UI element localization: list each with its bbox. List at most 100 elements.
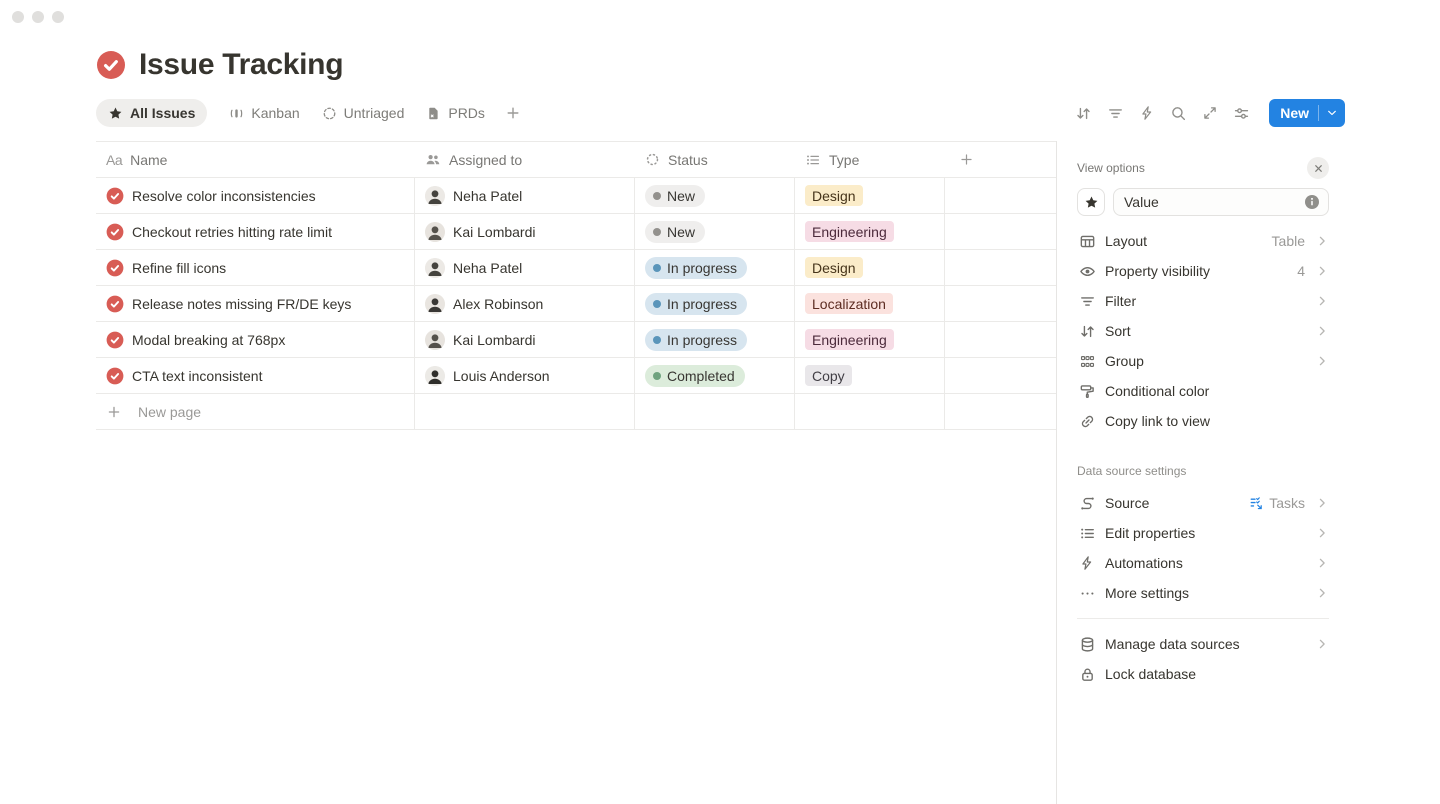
paint-roller-icon: [1077, 383, 1097, 400]
cell-status[interactable]: New: [635, 178, 795, 213]
window-minimize-button[interactable]: [32, 11, 44, 23]
cell-status[interactable]: In progress: [635, 250, 795, 285]
menu-item-value: Table: [1272, 233, 1305, 249]
menu-item-label: Conditional color: [1105, 383, 1209, 399]
menu-item-sort[interactable]: Sort: [1077, 316, 1329, 346]
window-close-button[interactable]: [12, 11, 24, 23]
tab-prds[interactable]: PRDs: [426, 105, 485, 121]
menu-item-conditional-color[interactable]: Conditional color: [1077, 376, 1329, 406]
search-icon[interactable]: [1170, 105, 1187, 122]
column-header-status[interactable]: Status: [635, 152, 795, 168]
dashed-circle-icon: [322, 106, 337, 121]
cell-name[interactable]: Checkout retries hitting rate limit: [96, 214, 415, 249]
status-badge: Completed: [645, 365, 745, 387]
chevron-down-icon[interactable]: [1319, 107, 1345, 119]
new-page-cell-spacer: [795, 394, 945, 429]
new-page-row[interactable]: New page: [96, 394, 1056, 430]
cell-name[interactable]: Release notes missing FR/DE keys: [96, 286, 415, 321]
cell-assigned-to[interactable]: Kai Lombardi: [415, 214, 635, 249]
issue-title: Resolve color inconsistencies: [132, 188, 316, 204]
link-icon: [1077, 413, 1097, 430]
column-header-label: Type: [829, 152, 859, 168]
menu-item-more-settings[interactable]: More settings: [1077, 578, 1329, 608]
menu-item-layout[interactable]: Layout Table: [1077, 226, 1329, 256]
expand-icon[interactable]: [1202, 105, 1218, 121]
cell-type[interactable]: Design: [795, 250, 945, 285]
cell-type[interactable]: Localization: [795, 286, 945, 321]
menu-item-source[interactable]: Source Tasks: [1077, 488, 1329, 518]
status-dot-icon: [653, 192, 661, 200]
avatar: [425, 258, 445, 278]
cell-extra[interactable]: [945, 178, 1056, 213]
cell-status[interactable]: In progress: [635, 322, 795, 357]
star-icon: [108, 106, 123, 121]
table-row: Refine fill icons Neha Patel In progress…: [96, 250, 1056, 286]
tune-icon[interactable]: [1233, 105, 1250, 122]
close-icon[interactable]: [1307, 157, 1329, 179]
status-label: Completed: [667, 368, 735, 384]
filter-icon: [1077, 293, 1097, 310]
cell-extra[interactable]: [945, 214, 1056, 249]
tab-all-issues[interactable]: All Issues: [96, 99, 207, 127]
chevron-right-icon: [1315, 586, 1329, 600]
cell-assigned-to[interactable]: Louis Anderson: [415, 358, 635, 393]
check-circle-icon: [106, 367, 124, 385]
column-header-label: Status: [668, 152, 708, 168]
cell-extra[interactable]: [945, 322, 1056, 357]
add-view-button[interactable]: [505, 105, 521, 121]
column-header-type[interactable]: Type: [795, 152, 945, 168]
cell-type[interactable]: Engineering: [795, 322, 945, 357]
add-column-button[interactable]: [959, 152, 974, 167]
menu-item-group[interactable]: Group: [1077, 346, 1329, 376]
menu-item-edit-properties[interactable]: Edit properties: [1077, 518, 1329, 548]
menu-item-property-visibility[interactable]: Property visibility 4: [1077, 256, 1329, 286]
cell-assigned-to[interactable]: Neha Patel: [415, 178, 635, 213]
cell-status[interactable]: In progress: [635, 286, 795, 321]
window-zoom-button[interactable]: [52, 11, 64, 23]
cell-type[interactable]: Engineering: [795, 214, 945, 249]
cell-assigned-to[interactable]: Alex Robinson: [415, 286, 635, 321]
chevron-right-icon: [1315, 354, 1329, 368]
tab-kanban[interactable]: Kanban: [229, 105, 299, 121]
menu-item-automations[interactable]: Automations: [1077, 548, 1329, 578]
filter-icon[interactable]: [1107, 105, 1124, 122]
new-page-cell[interactable]: New page: [96, 394, 415, 429]
cell-assigned-to[interactable]: Neha Patel: [415, 250, 635, 285]
menu-item-lock-database[interactable]: Lock database: [1077, 659, 1329, 689]
cell-type[interactable]: Design: [795, 178, 945, 213]
page-header: Issue Tracking: [0, 0, 1440, 82]
cell-status[interactable]: New: [635, 214, 795, 249]
new-button[interactable]: New: [1269, 99, 1345, 127]
sort-icon[interactable]: [1075, 105, 1092, 122]
cell-type[interactable]: Copy: [795, 358, 945, 393]
issue-title: Modal breaking at 768px: [132, 332, 285, 348]
view-name-input[interactable]: Value: [1113, 188, 1329, 216]
lightning-icon[interactable]: [1139, 105, 1155, 121]
section-label-data-source: Data source settings: [1077, 460, 1329, 482]
cell-extra[interactable]: [945, 358, 1056, 393]
cell-status[interactable]: Completed: [635, 358, 795, 393]
column-header-extra: [945, 152, 1056, 167]
cell-extra[interactable]: [945, 286, 1056, 321]
cell-name[interactable]: CTA text inconsistent: [96, 358, 415, 393]
cell-name[interactable]: Modal breaking at 768px: [96, 322, 415, 357]
cell-name[interactable]: Refine fill icons: [96, 250, 415, 285]
column-header-name[interactable]: Aa Name: [96, 152, 415, 168]
menu-item-filter[interactable]: Filter: [1077, 286, 1329, 316]
list-icon: [805, 152, 821, 168]
view-options-panel: View options Value: [1056, 141, 1440, 804]
tasks-db-icon: [1249, 496, 1264, 511]
cell-name[interactable]: Resolve color inconsistencies: [96, 178, 415, 213]
issue-title: Checkout retries hitting rate limit: [132, 224, 332, 240]
menu-item-manage-data-sources[interactable]: Manage data sources: [1077, 629, 1329, 659]
menu-item-copy-link[interactable]: Copy link to view: [1077, 406, 1329, 436]
cell-extra[interactable]: [945, 250, 1056, 285]
tab-untriaged[interactable]: Untriaged: [322, 105, 405, 121]
info-icon[interactable]: [1304, 194, 1320, 210]
assignee-name: Alex Robinson: [453, 296, 543, 312]
type-label: Design: [812, 260, 856, 276]
star-icon[interactable]: [1077, 188, 1105, 216]
cell-assigned-to[interactable]: Kai Lombardi: [415, 322, 635, 357]
column-header-assigned-to[interactable]: Assigned to: [415, 152, 635, 168]
status-label: In progress: [667, 260, 737, 276]
